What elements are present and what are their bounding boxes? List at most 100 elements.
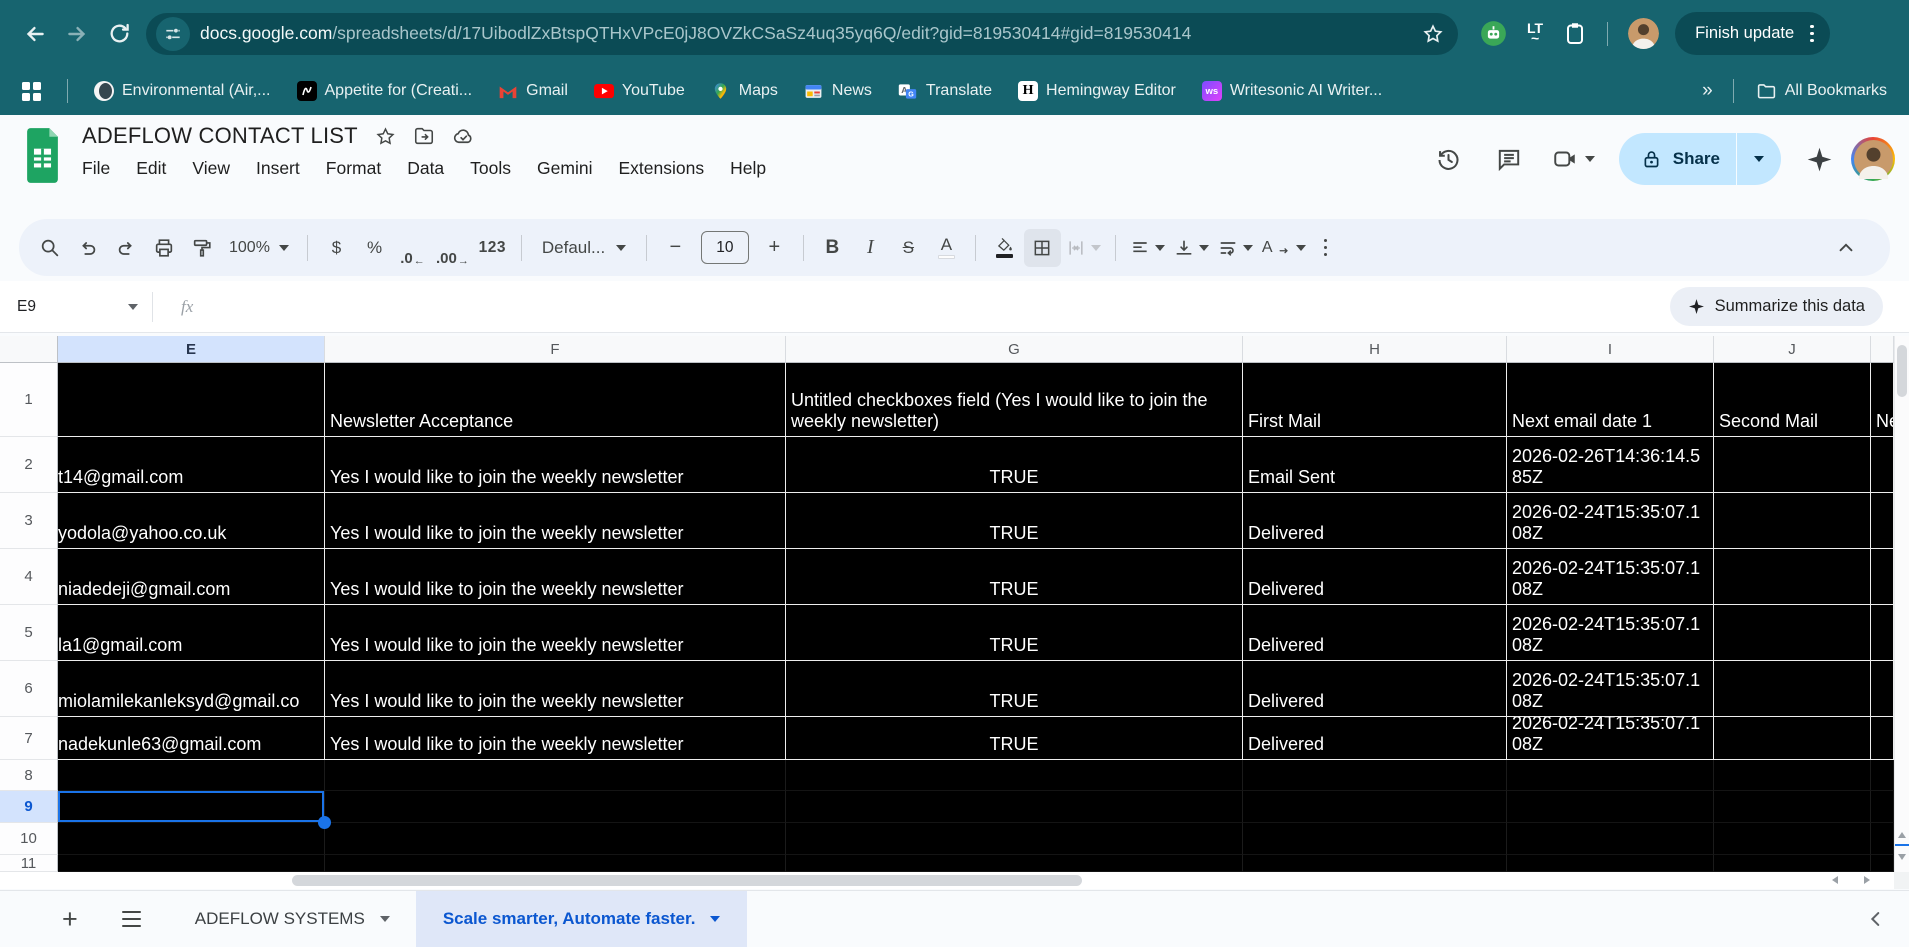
- cell-H9[interactable]: [1243, 791, 1507, 823]
- row-header-9[interactable]: 9: [0, 791, 58, 823]
- cell-H6[interactable]: Delivered: [1243, 661, 1507, 717]
- cell-G11[interactable]: [786, 855, 1243, 872]
- row-header-6[interactable]: 6: [0, 661, 58, 717]
- cell-K3[interactable]: [1871, 493, 1894, 549]
- column-header-J[interactable]: J: [1714, 336, 1871, 363]
- menu-data[interactable]: Data: [399, 155, 452, 182]
- cell-J2[interactable]: [1714, 437, 1871, 493]
- cell-J5[interactable]: [1714, 605, 1871, 661]
- cell-F1[interactable]: Newsletter Acceptance: [325, 363, 786, 437]
- cell-I8[interactable]: [1507, 760, 1714, 791]
- cell-G7[interactable]: TRUE: [786, 717, 1243, 760]
- column-header-G[interactable]: G: [786, 336, 1243, 363]
- cell-J10[interactable]: [1714, 823, 1871, 855]
- extension-bot-icon[interactable]: [1480, 20, 1507, 47]
- row-header-8[interactable]: 8: [0, 760, 58, 791]
- column-header-F[interactable]: F: [325, 336, 786, 363]
- column-header-I[interactable]: I: [1507, 336, 1714, 363]
- move-to-folder-button[interactable]: [413, 125, 435, 147]
- decrease-decimal-button[interactable]: .0←: [394, 229, 431, 267]
- collapse-side-panel-button[interactable]: [1865, 908, 1887, 930]
- menu-tools[interactable]: Tools: [462, 155, 519, 182]
- menu-gemini[interactable]: Gemini: [529, 155, 600, 182]
- cell-H5[interactable]: Delivered: [1243, 605, 1507, 661]
- bookmark-news[interactable]: News: [804, 81, 872, 101]
- cell-E6[interactable]: miolamilekanleksyd@gmail.co: [58, 661, 325, 717]
- bookmarks-overflow-chevron[interactable]: »: [1702, 80, 1711, 102]
- increase-decimal-button[interactable]: .00→: [432, 229, 473, 267]
- menu-file[interactable]: File: [74, 155, 118, 182]
- sheet-tab-adeflow-systems[interactable]: ADEFLOW SYSTEMS: [195, 909, 390, 929]
- meet-presentation-button[interactable]: [1544, 146, 1603, 172]
- cell-K8[interactable]: [1871, 760, 1894, 791]
- bookmark-maps[interactable]: Maps: [711, 81, 778, 101]
- bookmark-star-button[interactable]: [1422, 23, 1444, 45]
- languagetool-extension-icon[interactable]: LT~: [1527, 24, 1543, 42]
- bookmark-gmail[interactable]: Gmail: [498, 81, 568, 101]
- increase-font-size-button[interactable]: +: [756, 229, 793, 267]
- bold-button[interactable]: B: [814, 229, 851, 267]
- cell-K5[interactable]: [1871, 605, 1894, 661]
- cell-H7[interactable]: Delivered: [1243, 717, 1507, 760]
- document-title[interactable]: ADEFLOW CONTACT LIST: [82, 123, 358, 149]
- share-dropdown-caret[interactable]: [1737, 156, 1781, 162]
- row-header-1[interactable]: 1: [0, 363, 58, 437]
- formula-input[interactable]: [193, 281, 1669, 332]
- horizontal-scrollbar-thumb[interactable]: [292, 875, 1082, 886]
- browser-profile-avatar[interactable]: [1628, 18, 1659, 49]
- cell-J3[interactable]: [1714, 493, 1871, 549]
- cell-G10[interactable]: [786, 823, 1243, 855]
- summarize-data-button[interactable]: Summarize this data: [1670, 287, 1883, 326]
- cell-H4[interactable]: Delivered: [1243, 549, 1507, 605]
- scroll-right-arrow[interactable]: [1864, 876, 1870, 884]
- cell-I4[interactable]: 2026-02-24T15:35:07.108Z: [1507, 549, 1714, 605]
- all-sheets-button[interactable]: [122, 911, 141, 927]
- borders-button[interactable]: [1024, 229, 1061, 267]
- cell-J8[interactable]: [1714, 760, 1871, 791]
- share-button[interactable]: Share: [1619, 133, 1781, 185]
- font-size-input[interactable]: 10: [701, 231, 749, 264]
- selection-fill-handle[interactable]: [318, 816, 331, 829]
- active-sheet-tab-caret[interactable]: [710, 916, 720, 922]
- italic-button[interactable]: I: [852, 229, 889, 267]
- redo-button[interactable]: [107, 229, 144, 267]
- more-formats-button[interactable]: 123: [474, 229, 511, 267]
- cell-E7[interactable]: nadekunle63@gmail.com: [58, 717, 325, 760]
- format-percent-button[interactable]: %: [356, 229, 393, 267]
- fill-color-button[interactable]: [986, 229, 1023, 267]
- cell-H2[interactable]: Email Sent: [1243, 437, 1507, 493]
- cell-H8[interactable]: [1243, 760, 1507, 791]
- name-box[interactable]: E9: [0, 298, 152, 316]
- menu-format[interactable]: Format: [318, 155, 389, 182]
- collapse-toolbar-button[interactable]: [1827, 229, 1864, 267]
- menu-extensions[interactable]: Extensions: [610, 155, 712, 182]
- meet-dropdown-caret[interactable]: [1585, 156, 1595, 162]
- cell-K6[interactable]: [1871, 661, 1894, 717]
- print-button[interactable]: [145, 229, 182, 267]
- sheet-tab-caret[interactable]: [380, 916, 390, 922]
- vertical-scrollbar-thumb[interactable]: [1897, 345, 1907, 397]
- bookmark-black[interactable]: Appetite for (Creati...: [297, 81, 473, 101]
- toolbar-more-button[interactable]: [1311, 229, 1341, 267]
- font-select[interactable]: Defaul...: [532, 229, 636, 267]
- all-bookmarks-button[interactable]: All Bookmarks: [1756, 81, 1887, 102]
- sheets-logo-icon[interactable]: [22, 128, 63, 183]
- gemini-button[interactable]: [1797, 134, 1841, 184]
- cell-F7[interactable]: Yes I would like to join the weekly news…: [325, 717, 786, 760]
- reload-button[interactable]: [98, 13, 140, 55]
- cell-E8[interactable]: [58, 760, 325, 791]
- cell-F10[interactable]: [325, 823, 786, 855]
- row-header-3[interactable]: 3: [0, 493, 58, 549]
- cell-I11[interactable]: [1507, 855, 1714, 872]
- cell-G3[interactable]: TRUE: [786, 493, 1243, 549]
- select-all-corner[interactable]: [0, 336, 58, 363]
- vertical-align-button[interactable]: [1170, 229, 1213, 267]
- cell-J7[interactable]: [1714, 717, 1871, 760]
- site-info-icon[interactable]: [156, 17, 190, 51]
- text-color-button[interactable]: A: [928, 229, 965, 267]
- cell-E4[interactable]: niadedeji@gmail.com: [58, 549, 325, 605]
- cell-K11[interactable]: [1871, 855, 1894, 872]
- apps-grid-icon[interactable]: [22, 82, 41, 101]
- cell-F4[interactable]: Yes I would like to join the weekly news…: [325, 549, 786, 605]
- format-currency-button[interactable]: $: [318, 229, 355, 267]
